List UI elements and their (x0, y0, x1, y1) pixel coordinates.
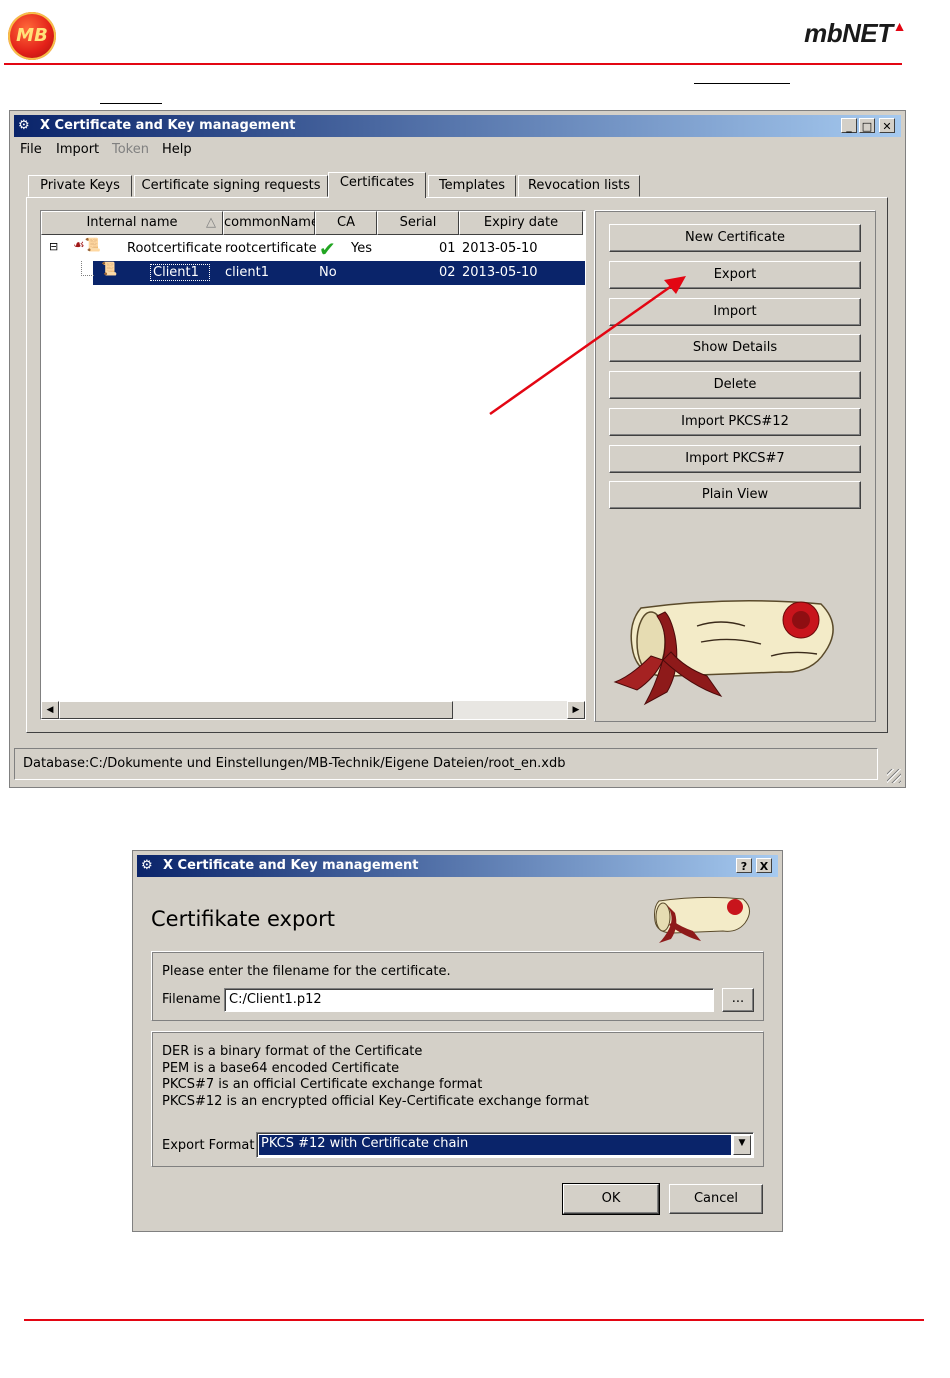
underline-mark (100, 103, 162, 104)
new-certificate-button[interactable]: New Certificate (609, 224, 861, 252)
cancel-button[interactable]: Cancel (669, 1184, 763, 1214)
info-der: DER is a binary format of the Certificat… (162, 1044, 423, 1059)
dialog-close-button[interactable]: X (756, 858, 772, 873)
tab-templates[interactable]: Templates (428, 175, 516, 197)
format-group: DER is a binary format of the Certificat… (151, 1031, 764, 1167)
plain-view-button[interactable]: Plain View (609, 481, 861, 509)
column-common-name[interactable]: commonName (223, 211, 319, 235)
internal-name: Rootcertificate (127, 241, 223, 256)
export-dialog: ⚙ X Certificate and Key management ? X C… (132, 850, 783, 1232)
certificate-ribbon-icon: ☙📜 (73, 238, 101, 253)
tree-collapse-icon[interactable]: ⊟ (49, 240, 58, 253)
menu-token[interactable]: Token (112, 142, 149, 157)
certificate-scroll-artwork (613, 600, 834, 706)
menu-bar: File Import Token Help (20, 142, 890, 160)
minimize-button[interactable]: _ (841, 118, 857, 133)
menu-import[interactable]: Import (56, 142, 99, 157)
ca-flag: Yes (351, 241, 372, 256)
column-serial[interactable]: Serial (377, 211, 459, 235)
mbnet-logo: mbNET▲ (804, 18, 906, 48)
internal-name: Client1 (150, 264, 210, 281)
header-divider (4, 63, 902, 65)
scroll-right-icon[interactable]: ▶ (567, 701, 585, 719)
app-key-icon: ⚙ (18, 118, 30, 133)
export-format-value: PKCS #12 with Certificate chain (259, 1135, 731, 1155)
database-path: Database:C:/Dokumente und Einstellungen/… (23, 756, 566, 771)
certificate-scroll-artwork (654, 896, 750, 943)
pointer-arrow (489, 276, 686, 416)
expiry-date: 2013-05-10 (462, 241, 538, 256)
scroll-thumb[interactable] (59, 701, 453, 719)
status-bar: Database:C:/Dokumente und Einstellungen/… (14, 748, 878, 780)
footer-divider (24, 1319, 924, 1321)
export-format-label: Export Format (162, 1138, 255, 1153)
serial: 01 (439, 241, 456, 256)
ca-flag: No (319, 265, 337, 280)
table-row[interactable]: ⊟ ☙📜 Rootcertificate rootcertificate ✔ Y… (41, 237, 585, 261)
column-ca[interactable]: CA (315, 211, 377, 235)
browse-button[interactable]: ... (722, 988, 754, 1012)
menu-file[interactable]: File (20, 142, 42, 157)
dialog-titlebar: ⚙ X Certificate and Key management ? X (137, 855, 778, 877)
app-key-icon: ⚙ (141, 858, 153, 873)
mb-logo: MB (8, 12, 56, 60)
main-titlebar: ⚙ X Certificate and Key management _ □ ✕ (14, 115, 901, 137)
column-expiry-date[interactable]: Expiry date (459, 211, 583, 235)
info-pkcs12: PKCS#12 is an encrypted official Key-Cer… (162, 1094, 589, 1109)
tree-connector (81, 261, 94, 276)
filename-prompt: Please enter the filename for the certif… (162, 964, 451, 979)
export-format-select[interactable]: PKCS #12 with Certificate chain ▼ (256, 1132, 754, 1158)
tab-certificates[interactable]: Certificates (328, 172, 426, 198)
tab-csr[interactable]: Certificate signing requests (134, 175, 328, 197)
underline-mark (694, 83, 790, 84)
common-name: rootcertificate (225, 241, 317, 256)
ca-check-icon: ✔ (319, 237, 336, 261)
dialog-title: X Certificate and Key management (163, 858, 419, 873)
help-button[interactable]: ? (736, 858, 752, 873)
info-pkcs7: PKCS#7 is an official Certificate exchan… (162, 1077, 483, 1092)
serial: 02 (439, 265, 456, 280)
horizontal-scrollbar[interactable]: ◀ ▶ (41, 701, 585, 719)
maximize-button[interactable]: □ (859, 118, 875, 133)
filename-label: Filename (162, 992, 221, 1007)
column-internal-name[interactable]: Internal name △ (41, 211, 223, 235)
filename-group: Please enter the filename for the certif… (151, 951, 764, 1021)
certificates-panel: Internal name △ commonName CA Serial Exp… (26, 197, 888, 733)
import-pkcs7-button[interactable]: Import PKCS#7 (609, 445, 861, 473)
sort-ascending-icon: △ (206, 215, 216, 230)
tab-private-keys[interactable]: Private Keys (28, 175, 132, 197)
certificate-ribbon-icon: 📜 (101, 262, 118, 277)
close-button[interactable]: ✕ (879, 118, 895, 133)
ok-button[interactable]: OK (562, 1183, 660, 1215)
common-name: client1 (225, 265, 269, 280)
chevron-down-icon[interactable]: ▼ (733, 1135, 751, 1155)
dialog-heading: Certifikate export (151, 907, 336, 931)
main-window: ⚙ X Certificate and Key management _ □ ✕… (9, 110, 906, 788)
menu-help[interactable]: Help (162, 142, 192, 157)
tab-revocation-lists[interactable]: Revocation lists (518, 175, 640, 197)
info-pem: PEM is a base64 encoded Certificate (162, 1061, 400, 1076)
window-title: X Certificate and Key management (40, 118, 296, 133)
scroll-left-icon[interactable]: ◀ (41, 701, 59, 719)
resize-grip-icon[interactable] (887, 769, 901, 783)
filename-input[interactable]: C:/Client1.p12 (224, 988, 714, 1012)
